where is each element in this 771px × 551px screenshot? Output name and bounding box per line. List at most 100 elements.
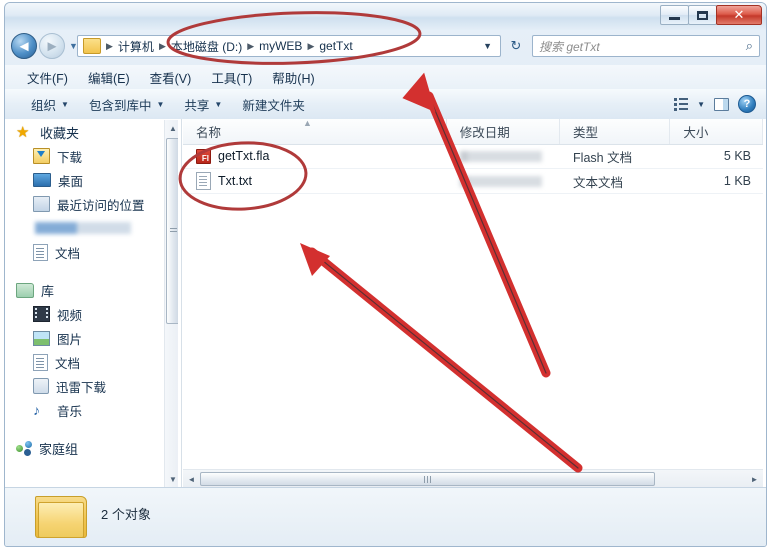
sidebar-item-label: 家庭组 (39, 441, 79, 457)
search-icon: ⌕ (745, 38, 753, 53)
sidebar-item-music[interactable]: ♪ 音乐 (8, 398, 163, 422)
title-bar[interactable]: ✕ (5, 3, 766, 30)
menu-item-help[interactable]: 帮助(H) (262, 66, 324, 89)
sidebar-item-label: 最近访问的位置 (57, 198, 145, 213)
file-type-cell: Flash 文档 (573, 150, 633, 165)
sidebar-item-documents-fav[interactable]: 文档 (8, 240, 163, 264)
chevron-down-icon: ▼ (214, 99, 223, 109)
file-size-cell: 5 KB (723, 149, 751, 163)
file-type-cell: 文本文档 (573, 175, 624, 190)
breadcrumb-separator-1[interactable]: ▶ (156, 41, 169, 52)
file-list-horizontal-scrollbar[interactable]: ◄ ► (183, 469, 763, 488)
sidebar-item-pictures[interactable]: 图片 (8, 326, 163, 350)
sidebar-gap-2 (8, 422, 163, 436)
breadcrumb-myweb[interactable]: myWEB (257, 39, 304, 53)
forward-button[interactable]: ► (39, 33, 65, 59)
menu-item-edit[interactable]: 编辑(E) (78, 66, 140, 89)
sidebar-item-documents-lib[interactable]: 文档 (8, 350, 163, 374)
scroll-right-icon[interactable]: ► (746, 471, 763, 488)
column-header-name-label: 名称 (196, 126, 222, 140)
sidebar-item-homegroup[interactable]: 家庭组 (8, 436, 163, 460)
library-folder-icon (16, 282, 34, 298)
close-button[interactable]: ✕ (716, 5, 762, 25)
video-icon (33, 306, 50, 322)
toolbar-organize-button[interactable]: 组织 ▼ (21, 92, 79, 117)
refresh-icon: ↻ (510, 38, 522, 53)
file-name-cell[interactable]: Fl getTxt.fla (183, 144, 447, 168)
text-file-icon (196, 172, 211, 190)
search-placeholder: 搜索 getTxt (539, 39, 600, 54)
help-icon[interactable]: ? (738, 95, 756, 113)
column-header-type[interactable]: 类型 (560, 119, 671, 144)
toolbar-share-button[interactable]: 共享 ▼ (174, 92, 232, 117)
scroll-up-icon[interactable]: ▲ (165, 120, 178, 137)
breadcrumb-separator-3[interactable]: ▶ (304, 41, 317, 52)
sidebar-item-desktop[interactable]: 桌面 (8, 168, 163, 192)
change-view-button[interactable] (674, 97, 689, 111)
sidebar-item-favorites[interactable]: ★ 收藏夹 (8, 120, 163, 144)
navigation-pane: ★ 收藏夹 下载 桌面 最近访问的位置 文档 库 视频 图片 文档 迅雷下载 ♪… (8, 120, 178, 488)
horizontal-scroll-thumb[interactable] (200, 472, 655, 486)
horizontal-scroll-track[interactable] (200, 471, 746, 487)
desktop-icon (33, 173, 51, 187)
menu-item-tools[interactable]: 工具(T) (201, 66, 262, 89)
column-header-name[interactable]: 名称 ▲ (183, 118, 447, 144)
toolbar-share-label: 共享 (184, 98, 210, 113)
sidebar-item-libraries[interactable]: 库 (8, 278, 163, 302)
toolbar-new-folder-button[interactable]: 新建文件夹 (232, 92, 315, 117)
breadcrumb-separator-0[interactable]: ▶ (103, 41, 116, 52)
scroll-down-icon[interactable]: ▼ (165, 471, 178, 488)
folder-icon (83, 38, 101, 54)
file-name-cell[interactable]: Txt.txt (183, 169, 447, 193)
file-list-pane: 名称 ▲ 修改日期 类型 大小 Fl getTxt.fla Flash 文档 5… (183, 118, 764, 488)
toolbar-include-in-library-button[interactable]: 包含到库中 ▼ (79, 92, 174, 117)
menu-item-file[interactable]: 文件(F) (17, 66, 78, 89)
column-header-size[interactable]: 大小 (670, 119, 764, 144)
breadcrumb-separator-2[interactable]: ▶ (244, 41, 257, 52)
navigation-pane-scrollbar[interactable]: ▲ ▼ (164, 120, 178, 488)
table-row[interactable]: Fl getTxt.fla Flash 文档 5 KB (183, 144, 763, 169)
download-icon (33, 148, 50, 164)
menu-item-view[interactable]: 查看(V) (140, 66, 202, 89)
chevron-down-icon: ▼ (156, 99, 165, 109)
address-bar-row: ◄ ► ▼ ▶ 计算机 ▶ 本地磁盘 (D:) ▶ myWEB ▶ getTxt… (5, 30, 766, 65)
navigation-scroll-thumb[interactable] (166, 138, 178, 324)
preview-pane-button[interactable] (714, 97, 729, 111)
pane-splitter[interactable] (181, 119, 182, 488)
breadcrumb-gettxt[interactable]: getTxt (317, 39, 354, 53)
address-bar[interactable]: ▶ 计算机 ▶ 本地磁盘 (D:) ▶ myWEB ▶ getTxt ▼ (77, 35, 501, 57)
maximize-button[interactable] (688, 5, 717, 25)
list-view-icon (674, 97, 689, 111)
scroll-grip-icon (423, 476, 432, 483)
sidebar-item-label: 桌面 (58, 174, 84, 189)
breadcrumb-computer[interactable]: 计算机 (116, 38, 156, 55)
minimize-button[interactable] (660, 5, 689, 25)
toolbar-right-group: ▼ ? (674, 95, 766, 113)
breadcrumb-local-disk[interactable]: 本地磁盘 (D:) (169, 38, 244, 55)
sidebar-item-recent-places[interactable]: 最近访问的位置 (8, 192, 163, 216)
blurred-item-icon (35, 222, 131, 234)
homegroup-icon (16, 441, 32, 455)
sidebar-item-label: 下载 (57, 150, 83, 165)
search-box[interactable]: 搜索 getTxt ⌕ (532, 35, 760, 57)
star-icon: ★ (16, 123, 30, 141)
status-bar: 2 个对象 (5, 487, 766, 546)
help-glyph: ? (743, 98, 751, 110)
table-row[interactable]: Txt.txt 文本文档 1 KB (183, 169, 763, 194)
explorer-window: ✕ ◄ ► ▼ ▶ 计算机 ▶ 本地磁盘 (D:) ▶ myWEB ▶ getT… (4, 2, 767, 547)
sidebar-item-thunder-download[interactable]: 迅雷下载 (8, 374, 163, 398)
chevron-down-icon: ▼ (61, 99, 69, 109)
scroll-left-icon[interactable]: ◄ (183, 471, 200, 488)
file-size-cell: 1 KB (723, 174, 751, 188)
back-button[interactable]: ◄ (11, 33, 37, 59)
status-item-count: 2 个对象 (101, 507, 151, 522)
column-header-date-modified[interactable]: 修改日期 (447, 119, 561, 144)
sidebar-item-blurred[interactable] (8, 216, 163, 240)
sidebar-item-videos[interactable]: 视频 (8, 302, 163, 326)
file-rows: Fl getTxt.fla Flash 文档 5 KB Txt.txt 文本文档… (183, 144, 763, 468)
thunder-download-icon (33, 378, 49, 394)
address-dropdown-icon[interactable]: ▼ (477, 41, 498, 51)
refresh-button[interactable]: ↻ (505, 36, 527, 56)
view-chevron-down-icon[interactable]: ▼ (697, 100, 705, 109)
sidebar-item-downloads[interactable]: 下载 (8, 144, 163, 168)
